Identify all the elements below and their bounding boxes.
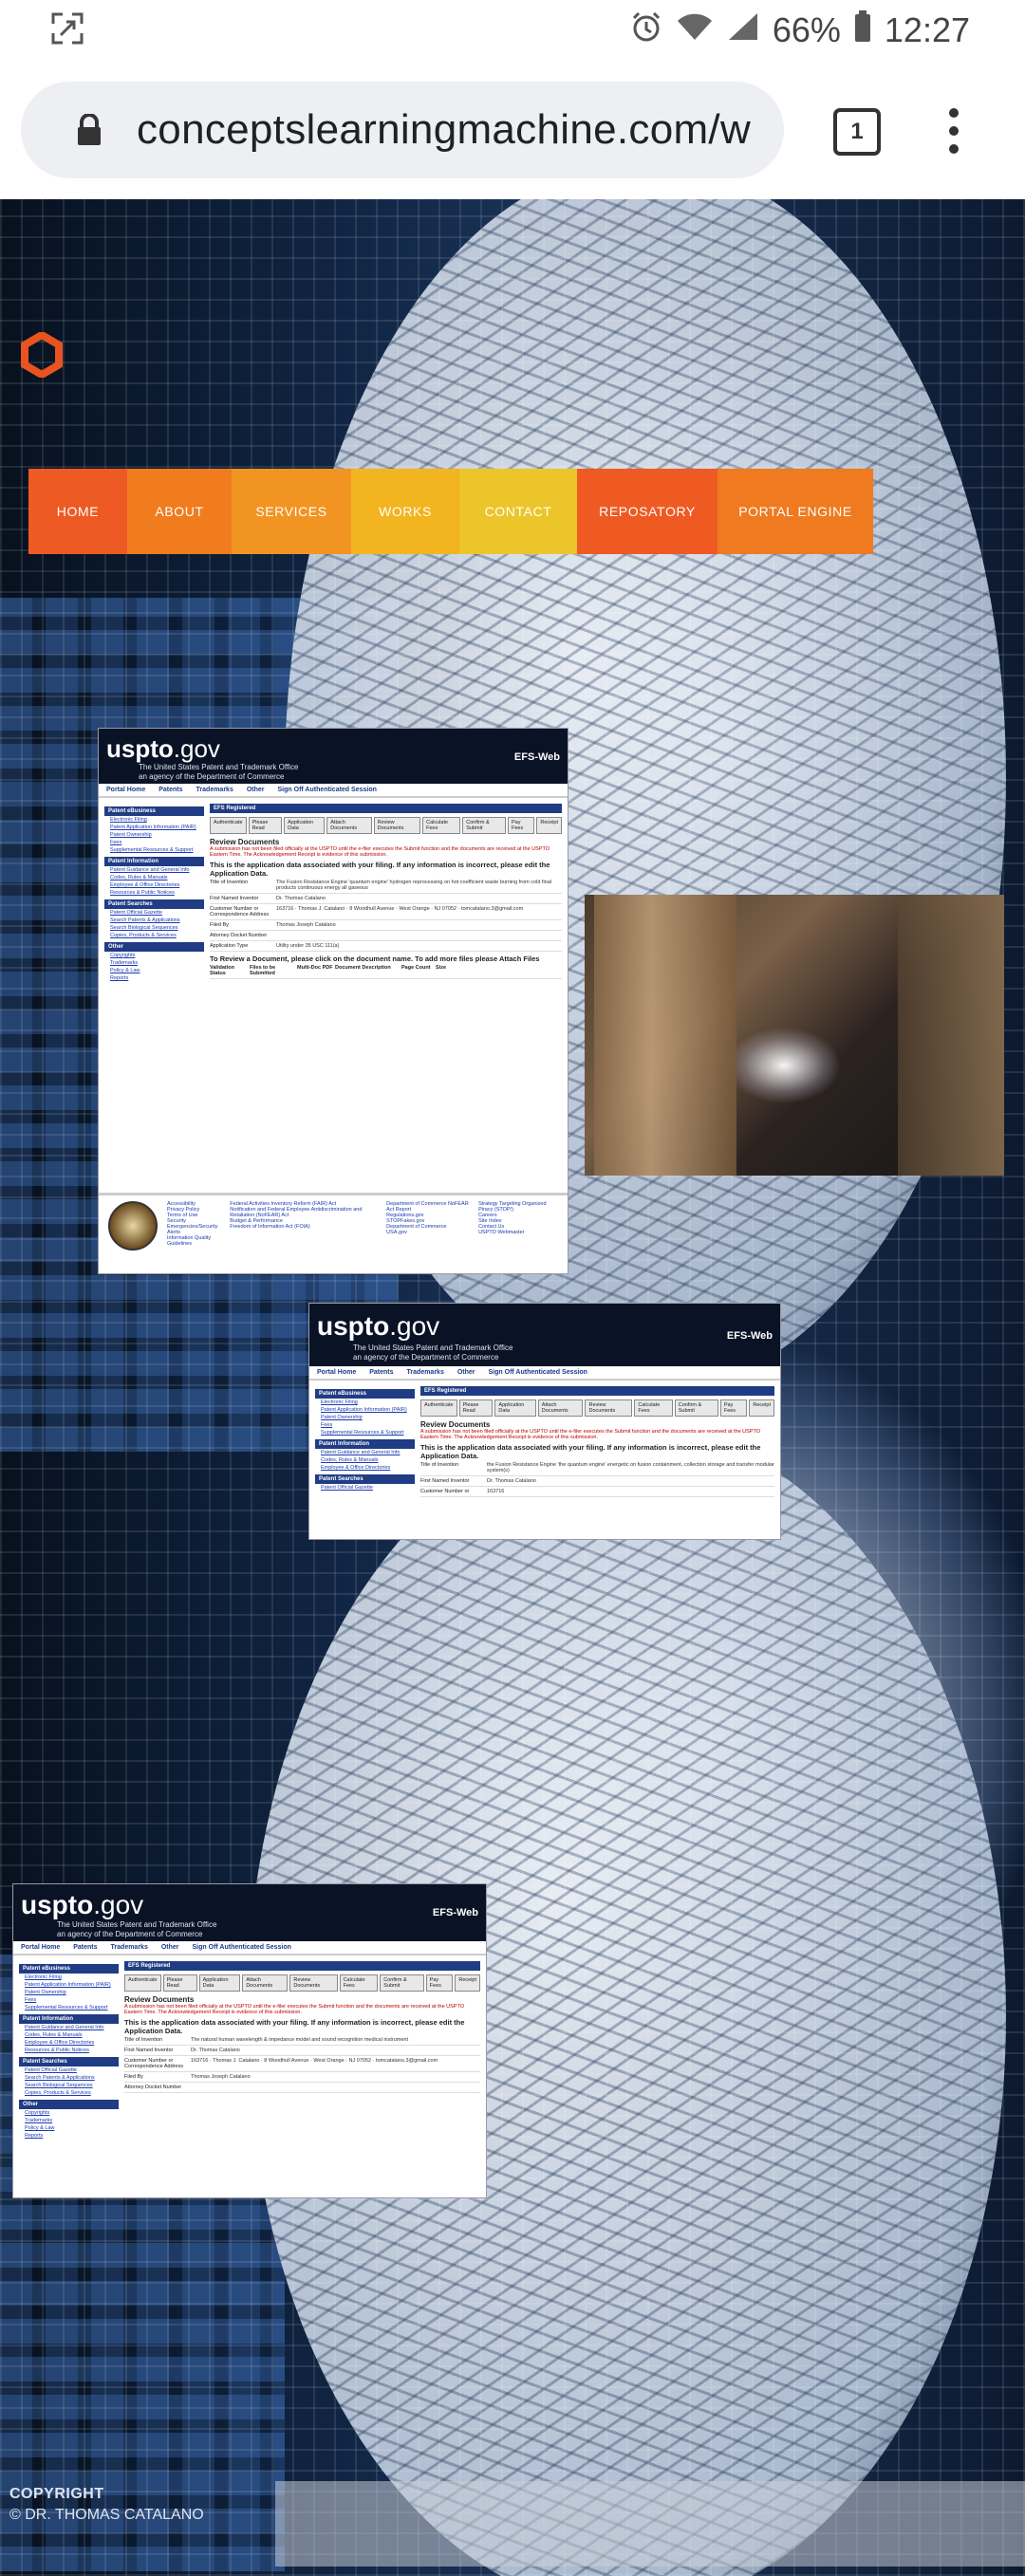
uspto-sidebar: Patent eBusiness Electronic FilingPatent… (104, 804, 204, 982)
uspto-main: EFS Registered AuthenticatePlease ReadAp… (210, 804, 562, 982)
browser-toolbar: conceptslearningmachine.com/w 1 (0, 61, 1025, 199)
battery-icon (854, 10, 871, 51)
footer-panel (275, 2481, 1025, 2567)
url-text[interactable]: conceptslearningmachine.com/w (137, 106, 751, 154)
commerce-seal-icon (108, 1201, 158, 1251)
address-bar[interactable]: conceptslearningmachine.com/w (21, 82, 784, 178)
main-navigation: HOME ABOUT SERVICES WORKS CONTACT REPOSA… (28, 469, 873, 554)
signal-icon (727, 10, 759, 50)
uspto-screenshot-1[interactable]: uspto.gov The United States Patent and T… (99, 729, 568, 1273)
uspto-header: uspto.gov The United States Patent and T… (99, 729, 568, 784)
battery-percent: 66% (773, 10, 841, 50)
more-options-icon[interactable] (947, 108, 960, 154)
screenshot-icon (51, 12, 84, 49)
lock-icon (59, 114, 120, 146)
copyright: COPYRIGHT © DR. THOMAS CATALANO (9, 2484, 204, 2526)
copyright-owner: © DR. THOMAS CATALANO (9, 2505, 204, 2526)
web-page: HOME ABOUT SERVICES WORKS CONTACT REPOSA… (0, 199, 1025, 2576)
site-logo-icon[interactable] (19, 332, 65, 378)
uspto-screenshot-3[interactable]: uspto.gov The United States Patent and T… (13, 1884, 486, 2197)
uspto-tabs: AuthenticatePlease ReadApplication DataA… (210, 817, 562, 834)
nav-home[interactable]: HOME (28, 469, 127, 554)
nav-contact[interactable]: CONTACT (459, 469, 577, 554)
tab-count: 1 (850, 119, 863, 145)
lab-photo[interactable] (585, 895, 1004, 1176)
uspto-screenshot-2[interactable]: uspto.gov The United States Patent and T… (309, 1304, 780, 1539)
uspto-logo: uspto.gov (317, 1311, 439, 1342)
uspto-logo: uspto.gov (106, 734, 220, 764)
nav-works[interactable]: WORKS (351, 469, 459, 554)
status-bar: 66% 12:27 (0, 0, 1025, 61)
nav-portal-engine[interactable]: PORTAL ENGINE (718, 469, 873, 554)
uspto-footer: AccessibilityPrivacy PolicyTerms of UseS… (99, 1193, 568, 1273)
tab-switcher-button[interactable]: 1 (833, 108, 881, 156)
nav-about[interactable]: ABOUT (127, 469, 232, 554)
copyright-label: COPYRIGHT (9, 2484, 204, 2505)
uspto-menu: Portal HomePatentsTrademarksOtherSign Of… (99, 784, 568, 798)
nav-services[interactable]: SERVICES (232, 469, 351, 554)
alarm-icon (630, 10, 662, 51)
nav-reposatory[interactable]: REPOSATORY (577, 469, 718, 554)
clock: 12:27 (885, 10, 970, 50)
uspto-logo: uspto.gov (21, 1890, 143, 1920)
wifi-icon (676, 10, 714, 50)
